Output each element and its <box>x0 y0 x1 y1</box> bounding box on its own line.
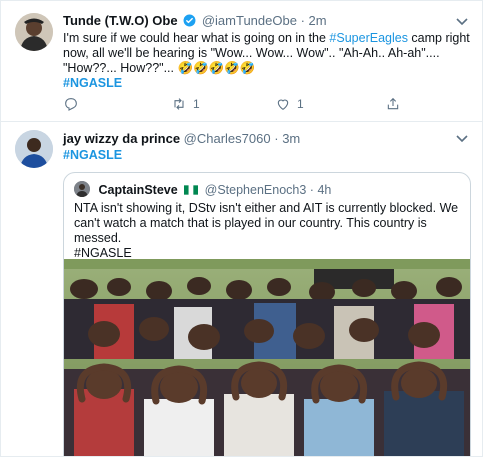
hashtag-link[interactable]: #NGASLE <box>63 148 473 163</box>
avatar[interactable] <box>15 130 53 168</box>
avatar[interactable] <box>15 13 53 51</box>
retweet-button[interactable]: 1 <box>171 95 200 113</box>
quoted-tweet-text: NTA isn't showing it, DStv isn't either … <box>74 201 462 261</box>
caret-down-icon[interactable] <box>454 132 470 144</box>
share-icon <box>387 97 399 110</box>
quoted-display-name[interactable]: CaptainSteve <box>98 183 177 197</box>
like-count: 1 <box>297 97 304 111</box>
reply-icon <box>65 98 77 111</box>
quoted-tweet-header: CaptainSteve @StephenEnoch3 · 4h <box>74 181 331 197</box>
tweet-text: I'm sure if we could hear what is going … <box>63 31 473 91</box>
caret-down-icon[interactable] <box>454 15 470 27</box>
display-name[interactable]: Tunde (T.W.O) Obe <box>63 13 178 28</box>
tweet-header: jay wizzy da prince @Charles7060 · 3m <box>63 131 300 146</box>
quoted-avatar[interactable] <box>74 181 90 197</box>
separator: · <box>309 183 314 197</box>
reply-button[interactable] <box>63 95 85 113</box>
tweet-jay-wizzy[interactable]: jay wizzy da prince @Charles7060 · 3m #N… <box>1 122 482 456</box>
tweet-header: Tunde (T.W.O) Obe @iamTundeObe · 2m <box>63 13 327 30</box>
quoted-text: NTA isn't showing it, DStv isn't either … <box>74 201 459 245</box>
share-button[interactable] <box>385 95 401 113</box>
nigeria-flag-icon <box>184 184 199 195</box>
quoted-user-handle[interactable]: @StephenEnoch3 <box>205 183 307 197</box>
separator: · <box>274 131 279 146</box>
tweet-tunde[interactable]: Tunde (T.W.O) Obe @iamTundeObe · 2m I'm … <box>1 1 482 122</box>
timestamp[interactable]: 3m <box>282 131 300 146</box>
quoted-timestamp[interactable]: 4h <box>317 183 331 197</box>
tweet-text: #NGASLE <box>63 148 473 163</box>
emoji: 🤣🤣🤣🤣🤣 <box>177 61 256 75</box>
tweet-text-part: I'm sure if we could hear what is going … <box>63 31 330 45</box>
user-handle[interactable]: @iamTundeObe <box>202 13 297 28</box>
separator: · <box>300 13 305 28</box>
quoted-photo[interactable] <box>64 259 470 456</box>
tweet-actions: 1 1 <box>63 95 473 113</box>
like-button[interactable]: 1 <box>275 95 304 113</box>
hashtag-link[interactable]: #SuperEagles <box>329 31 408 45</box>
timeline: Tunde (T.W.O) Obe @iamTundeObe · 2m I'm … <box>0 0 483 457</box>
display-name[interactable]: jay wizzy da prince <box>63 131 180 146</box>
user-handle[interactable]: @Charles7060 <box>184 131 271 146</box>
timestamp[interactable]: 2m <box>309 13 327 28</box>
like-icon <box>277 99 289 110</box>
retweet-count: 1 <box>193 97 200 111</box>
verified-badge-icon <box>183 14 196 30</box>
retweet-icon <box>174 98 184 110</box>
quoted-tweet[interactable]: CaptainSteve @StephenEnoch3 · 4h NTA isn… <box>63 172 471 456</box>
hashtag-link[interactable]: #NGASLE <box>63 76 473 91</box>
